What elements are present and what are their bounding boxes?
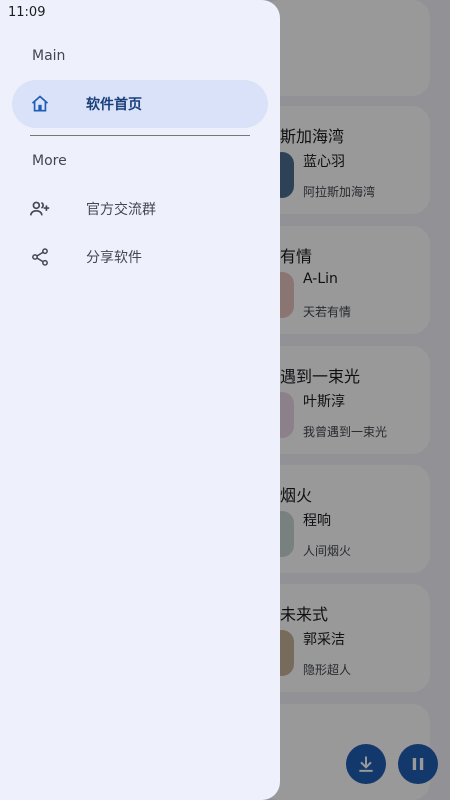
share-icon (28, 245, 52, 269)
drawer-item-label: 软件首页 (86, 97, 142, 113)
drawer-item-share-app[interactable]: 分享软件 (12, 233, 268, 281)
drawer-item-home[interactable]: 软件首页 (12, 80, 268, 128)
drawer-item-label: 官方交流群 (86, 202, 156, 218)
status-time: 11:09 (8, 5, 46, 20)
section-title-main: Main (32, 48, 66, 64)
navigation-drawer: 11:09 Main 软件首页 More 官方交流群 分享软件 (0, 0, 280, 800)
section-title-more: More (32, 153, 67, 169)
drawer-item-label: 分享软件 (86, 250, 142, 266)
divider (30, 135, 250, 136)
drawer-item-official-group[interactable]: 官方交流群 (12, 185, 268, 233)
group-add-icon (28, 197, 52, 221)
home-icon (28, 92, 52, 116)
